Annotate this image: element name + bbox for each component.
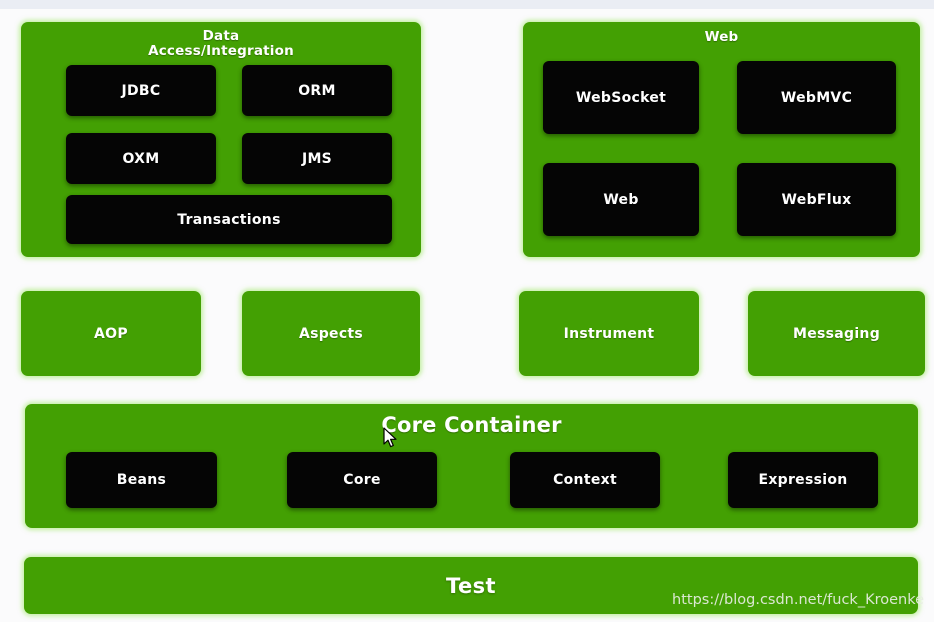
module-box-webmvc[interactable]: WebMVC	[737, 61, 896, 134]
module-label-jms: JMS	[301, 150, 333, 167]
module-label-aop: AOP	[94, 325, 128, 342]
module-label-aspects: Aspects	[298, 325, 364, 342]
module-label-core: Core	[343, 472, 381, 488]
module-label-orm: ORM	[298, 82, 336, 99]
module-label-expression: Expression	[758, 472, 848, 488]
module-box-instrument[interactable]: Instrument	[519, 291, 699, 376]
module-box-beans[interactable]: Beans	[66, 452, 217, 508]
module-box-websocket[interactable]: WebSocket	[543, 61, 699, 134]
module-label-beans: Beans	[116, 472, 167, 488]
module-box-transactions[interactable]: Transactions	[66, 195, 392, 244]
module-box-context[interactable]: Context	[510, 452, 660, 508]
module-box-web[interactable]: Web	[543, 163, 699, 236]
module-box-orm[interactable]: ORM	[242, 65, 392, 116]
module-box-oxm[interactable]: OXM	[66, 133, 216, 184]
module-label-transactions: Transactions	[177, 211, 281, 228]
module-label-webmvc: WebMVC	[780, 89, 853, 106]
module-label-test: Test	[446, 573, 496, 598]
module-label-context: Context	[553, 472, 617, 488]
module-box-aop[interactable]: AOP	[21, 291, 201, 376]
group-title-web: Web	[704, 29, 739, 45]
group-title-data-access-integration: Data Access/Integration	[148, 28, 294, 60]
module-box-jms[interactable]: JMS	[242, 133, 392, 184]
module-box-messaging[interactable]: Messaging	[748, 291, 925, 376]
module-label-webflux: WebFlux	[781, 191, 852, 208]
watermark-url: https://blog.csdn.net/fuck_Kroenke	[672, 592, 924, 608]
module-label-websocket: WebSocket	[575, 89, 667, 106]
module-box-expression[interactable]: Expression	[728, 452, 878, 508]
module-label-messaging: Messaging	[792, 325, 881, 342]
module-box-webflux[interactable]: WebFlux	[737, 163, 896, 236]
module-label-web: Web	[603, 191, 639, 208]
module-box-jdbc[interactable]: JDBC	[66, 65, 216, 116]
module-box-aspects[interactable]: Aspects	[242, 291, 420, 376]
module-box-core[interactable]: Core	[287, 452, 437, 508]
diagram-canvas: Data Access/Integration JDBC ORM OXM JMS…	[0, 0, 934, 622]
group-title-core-container: Core Container	[381, 413, 562, 437]
module-label-oxm: OXM	[122, 150, 160, 167]
module-label-jdbc: JDBC	[121, 82, 161, 99]
module-label-instrument: Instrument	[563, 325, 655, 342]
top-browser-strip	[0, 0, 934, 9]
